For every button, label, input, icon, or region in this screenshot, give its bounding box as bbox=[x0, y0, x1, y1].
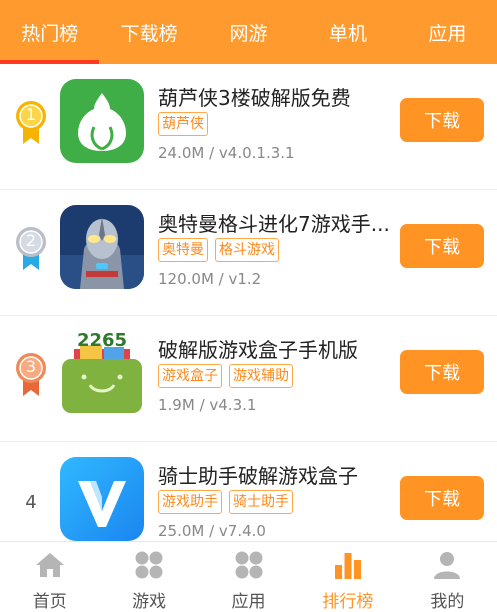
bronze-medal-icon: 3 bbox=[14, 352, 48, 398]
tag-list: 游戏助手 骑士助手 bbox=[158, 490, 293, 514]
download-button[interactable]: 下载 bbox=[400, 476, 484, 520]
app-title[interactable]: 骑士助手破解游戏盒子 bbox=[158, 460, 388, 489]
app-size-version: 25.0M / v7.4.0 bbox=[158, 522, 266, 540]
top-tab-bar: 热门榜 下载榜 网游 单机 应用 bbox=[0, 0, 497, 64]
game-grid-icon bbox=[135, 551, 163, 579]
app-size-version: 120.0M / v1.2 bbox=[158, 270, 262, 288]
tab-label: 下载榜 bbox=[120, 22, 178, 45]
nav-ranking[interactable]: 排行榜 bbox=[298, 542, 397, 612]
profile-icon bbox=[434, 552, 461, 579]
nav-home[interactable]: 首页 bbox=[0, 542, 99, 612]
list-item[interactable]: 2 奥特曼格斗进化7游戏手... 奥特曼 格斗游戏 120.0M / v1.2 … bbox=[0, 190, 497, 316]
tag-list: 游戏盒子 游戏辅助 bbox=[158, 364, 293, 388]
list-item[interactable]: 3 2265 破解版游戏盒子手机版 游戏盒子 游戏辅助 1.9M / v4.3.… bbox=[0, 316, 497, 442]
home-icon bbox=[35, 553, 64, 577]
tab-online-games[interactable]: 网游 bbox=[199, 0, 298, 64]
tag-list: 葫芦侠 bbox=[158, 112, 208, 136]
app-tag[interactable]: 骑士助手 bbox=[229, 490, 293, 514]
app-tag[interactable]: 奥特曼 bbox=[158, 238, 208, 262]
app-size-version: 1.9M / v4.3.1 bbox=[158, 396, 257, 414]
tab-label: 单机 bbox=[328, 22, 367, 45]
huluxia-gourd-icon[interactable] bbox=[60, 79, 144, 163]
rank-number: 2 bbox=[25, 231, 37, 250]
nav-label: 游戏 bbox=[132, 592, 167, 612]
download-button[interactable]: 下载 bbox=[400, 350, 484, 394]
rank-number: 1 bbox=[25, 105, 37, 124]
app-size-version: 24.0M / v4.0.1.3.1 bbox=[158, 144, 295, 162]
nav-label: 我的 bbox=[430, 592, 465, 612]
tab-single-player[interactable]: 单机 bbox=[298, 0, 397, 64]
app-tag[interactable]: 游戏辅助 bbox=[229, 364, 293, 388]
2265-box-icon[interactable]: 2265 bbox=[60, 331, 144, 415]
list-item[interactable]: 1 葫芦侠3楼破解版免费 葫芦侠 24.0M / v4.0.1.3.1 下载 bbox=[0, 64, 497, 190]
tab-label: 网游 bbox=[229, 22, 268, 45]
tab-apps[interactable]: 应用 bbox=[398, 0, 497, 64]
app-tag[interactable]: 格斗游戏 bbox=[215, 238, 279, 262]
nav-games[interactable]: 游戏 bbox=[99, 542, 198, 612]
nav-label: 排行榜 bbox=[322, 592, 374, 612]
tab-hot-rank[interactable]: 热门榜 bbox=[0, 0, 100, 64]
logo-text: 2265 bbox=[76, 331, 128, 351]
app-title[interactable]: 葫芦侠3楼破解版免费 bbox=[158, 82, 388, 111]
nav-label: 首页 bbox=[32, 592, 67, 612]
bottom-navigation: 首页 游戏 应用 排行榜 我的 bbox=[0, 541, 497, 612]
ultraman-icon[interactable] bbox=[60, 205, 144, 289]
tab-label: 热门榜 bbox=[21, 22, 79, 45]
app-tag[interactable]: 游戏助手 bbox=[158, 490, 222, 514]
app-tag[interactable]: 游戏盒子 bbox=[158, 364, 222, 388]
app-title[interactable]: 破解版游戏盒子手机版 bbox=[158, 334, 388, 363]
knight-v-icon[interactable] bbox=[60, 457, 144, 541]
tab-download-rank[interactable]: 下载榜 bbox=[99, 0, 198, 64]
nav-apps[interactable]: 应用 bbox=[199, 542, 298, 612]
rank-number: 4 bbox=[25, 492, 37, 513]
app-grid-icon bbox=[235, 551, 263, 579]
silver-medal-icon: 2 bbox=[14, 226, 48, 272]
gold-medal-icon: 1 bbox=[14, 100, 48, 146]
tab-label: 应用 bbox=[428, 22, 467, 45]
nav-label: 应用 bbox=[231, 592, 266, 612]
download-button[interactable]: 下载 bbox=[400, 98, 484, 142]
tag-list: 奥特曼 格斗游戏 bbox=[158, 238, 279, 262]
ranking-bars-icon bbox=[334, 553, 361, 579]
download-button[interactable]: 下载 bbox=[400, 224, 484, 268]
app-tag[interactable]: 葫芦侠 bbox=[158, 112, 208, 136]
rank-number: 3 bbox=[25, 357, 37, 376]
app-title[interactable]: 奥特曼格斗进化7游戏手... bbox=[158, 208, 388, 237]
nav-profile[interactable]: 我的 bbox=[398, 542, 497, 612]
